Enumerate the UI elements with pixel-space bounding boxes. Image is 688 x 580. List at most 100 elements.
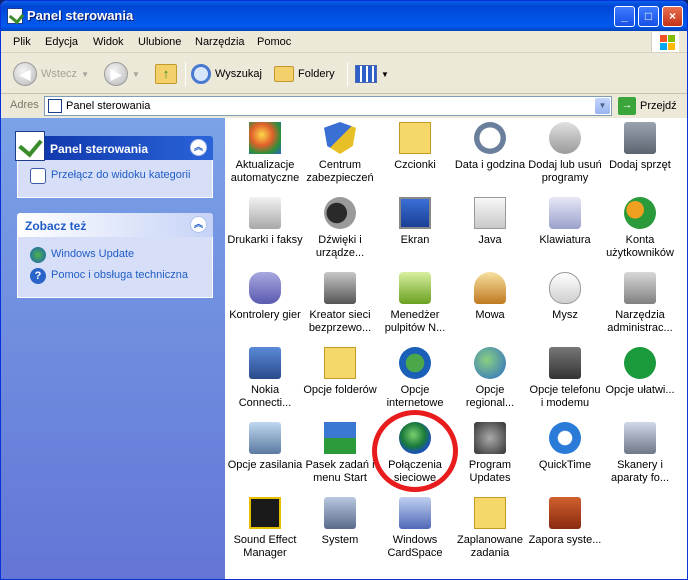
- cp-item-label: Dodaj lub usuń programy: [528, 159, 602, 184]
- menu-file[interactable]: Plik: [13, 36, 31, 48]
- aktualizacje-automatyczne-icon: [249, 122, 281, 154]
- cp-item-pasek-zadan-i-menu-start[interactable]: Pasek zadań i menu Start: [302, 422, 378, 485]
- cp-item-label: Opcje zasilania: [227, 459, 303, 471]
- menu-help[interactable]: Pomoc: [257, 36, 291, 48]
- menu-edit[interactable]: Edycja: [45, 36, 78, 48]
- cp-item-label: Narzędzia administrac...: [607, 309, 673, 334]
- folder-icon: [274, 66, 294, 82]
- cp-item-czcionki[interactable]: Czcionki: [377, 122, 453, 172]
- minimize-button[interactable]: _: [614, 6, 635, 27]
- zapora-syste-icon: [549, 497, 581, 529]
- maximize-button[interactable]: □: [638, 6, 659, 27]
- menu-tools[interactable]: Narzędzia: [195, 36, 245, 48]
- go-button[interactable]: → Przejdź: [618, 97, 677, 115]
- chevron-down-icon: ▼: [81, 69, 89, 79]
- menu-favorites[interactable]: Ulubione: [138, 36, 181, 48]
- cp-item-sound-effect-manager[interactable]: Sound Effect Manager: [227, 497, 303, 560]
- see-also-header[interactable]: Zobacz też ︽: [17, 213, 213, 237]
- toolbar-separator: [347, 62, 348, 86]
- cp-item-dzwieki-i-urzadze[interactable]: Dźwięki i urządze...: [302, 197, 378, 260]
- opcje-u-atwi-icon: [624, 347, 656, 379]
- title-bar[interactable]: Panel sterowania _ □ ×: [1, 1, 687, 31]
- cp-item-label: Opcje folderów: [303, 384, 377, 396]
- cp-item-windows-cardspace[interactable]: Windows CardSpace: [377, 497, 453, 560]
- cp-item-nokia-connecti[interactable]: Nokia Connecti...: [227, 347, 303, 410]
- cp-item-opcje-telefonu-i-modemu[interactable]: Opcje telefonu i modemu: [527, 347, 603, 410]
- collapse-icon[interactable]: ︽: [190, 139, 207, 156]
- windows-update-icon: [30, 247, 46, 263]
- data-i-godzina-icon: [474, 122, 506, 154]
- cp-item-label: Drukarki i faksy: [227, 234, 303, 246]
- cp-item-menedzer-pulpitow-n[interactable]: Menedżer pulpitów N...: [377, 272, 453, 335]
- klawiatura-icon: [549, 197, 581, 229]
- cp-item-dodaj-lub-usun-programy[interactable]: Dodaj lub usuń programy: [527, 122, 603, 185]
- cp-item-zapora-syste[interactable]: Zapora syste...: [527, 497, 603, 547]
- cp-item-quicktime[interactable]: QuickTime: [527, 422, 603, 472]
- switch-category-view-link[interactable]: Przełącz do widoku kategorii: [30, 168, 202, 184]
- cp-item-aktualizacje-automatyczne[interactable]: Aktualizacje automatyczne: [227, 122, 303, 185]
- views-button[interactable]: ▼: [355, 60, 389, 88]
- cp-item-zaplanowane-zadania[interactable]: Zaplanowane zadania: [452, 497, 528, 560]
- collapse-icon[interactable]: ︽: [190, 216, 207, 233]
- folders-label: Foldery: [298, 68, 335, 80]
- forward-button[interactable]: ▶ ▼: [104, 60, 140, 88]
- explorer-window: Panel sterowania _ □ × Plik Edycja Widok…: [0, 0, 688, 580]
- cp-item-label: Zapora syste...: [528, 534, 602, 546]
- cp-item-label: Windows CardSpace: [387, 534, 443, 559]
- cp-item-label: Kreator sieci bezprzewo...: [308, 309, 372, 334]
- cp-item-drukarki-i-faksy[interactable]: Drukarki i faksy: [227, 197, 303, 247]
- cp-item-mowa[interactable]: Mowa: [452, 272, 528, 322]
- section-body: Windows Update ? Pomoc i obsługa technic…: [17, 237, 213, 298]
- help-support-link[interactable]: ? Pomoc i obsługa techniczna: [30, 268, 202, 284]
- cp-item-label: Skanery i aparaty fo...: [610, 459, 670, 484]
- cp-item-opcje-zasilania[interactable]: Opcje zasilania: [227, 422, 303, 472]
- switch-view-icon: [30, 168, 46, 184]
- opcje-internetowe-icon: [399, 347, 431, 379]
- search-button[interactable]: Wyszukaj: [191, 60, 262, 88]
- cp-item-narzedzia-administrac[interactable]: Narzędzia administrac...: [602, 272, 678, 335]
- cp-item-label: Konta użytkowników: [606, 234, 674, 259]
- cp-item-dodaj-sprzet[interactable]: Dodaj sprzęt: [602, 122, 678, 172]
- drukarki-i-faksy-icon: [249, 197, 281, 229]
- highlight-circle: [372, 410, 458, 492]
- search-icon: [191, 64, 211, 84]
- cp-item-opcje-folderow[interactable]: Opcje folderów: [302, 347, 378, 397]
- dodaj-sprzet-icon: [624, 122, 656, 154]
- cp-item-label: Centrum zabezpieczeń: [306, 159, 374, 184]
- narzedzia-administrac-icon: [624, 272, 656, 304]
- close-button[interactable]: ×: [662, 6, 683, 27]
- cp-item-kreator-sieci-bezprzewo[interactable]: Kreator sieci bezprzewo...: [302, 272, 378, 335]
- address-dropdown-button[interactable]: ▼: [595, 98, 610, 114]
- up-folder-button[interactable]: ↑: [155, 60, 177, 88]
- cp-item-label: Opcje ułatwi...: [605, 384, 675, 396]
- cp-item-ekran[interactable]: Ekran: [377, 197, 453, 247]
- link-label: Przełącz do widoku kategorii: [51, 169, 191, 181]
- cp-item-system[interactable]: System: [302, 497, 378, 547]
- cp-item-skanery-i-aparaty-fo[interactable]: Skanery i aparaty fo...: [602, 422, 678, 485]
- cp-item-label: Zaplanowane zadania: [456, 534, 524, 559]
- control-panel-section-header[interactable]: Panel sterowania ︽: [15, 131, 213, 161]
- menu-view[interactable]: Widok: [93, 36, 124, 48]
- cp-item-klawiatura[interactable]: Klawiatura: [527, 197, 603, 247]
- folders-button[interactable]: Foldery: [274, 60, 335, 88]
- cp-item-centrum-zabezpieczen[interactable]: Centrum zabezpieczeń: [302, 122, 378, 185]
- cp-item-java[interactable]: Java: [452, 197, 528, 247]
- cp-item-label: Kontrolery gier: [229, 309, 301, 321]
- control-panel-icon: [7, 8, 23, 24]
- cp-item-mysz[interactable]: Mysz: [527, 272, 603, 322]
- cp-item-label: Dodaj sprzęt: [609, 159, 671, 171]
- windows-update-link[interactable]: Windows Update: [30, 247, 202, 263]
- address-value: Panel sterowania: [66, 100, 151, 112]
- mysz-icon: [549, 272, 581, 304]
- cp-item-opcje-internetowe[interactable]: Opcje internetowe: [377, 347, 453, 410]
- cp-item-konta-uzytkownikow[interactable]: Konta użytkowników: [602, 197, 678, 260]
- back-button[interactable]: ◀ Wstecz ▼: [13, 60, 89, 88]
- cp-item-kontrolery-gier[interactable]: Kontrolery gier: [227, 272, 303, 322]
- cp-item-opcje-regional[interactable]: Opcje regional...: [452, 347, 528, 410]
- window-title: Panel sterowania: [27, 8, 134, 23]
- cp-item-opcje-u-atwi[interactable]: Opcje ułatwi...: [602, 347, 678, 397]
- cp-item-data-i-godzina[interactable]: Data i godzina: [452, 122, 528, 172]
- system-icon: [324, 497, 356, 529]
- cp-item-program-updates[interactable]: Program Updates: [452, 422, 528, 485]
- address-input[interactable]: Panel sterowania ▼: [44, 96, 612, 116]
